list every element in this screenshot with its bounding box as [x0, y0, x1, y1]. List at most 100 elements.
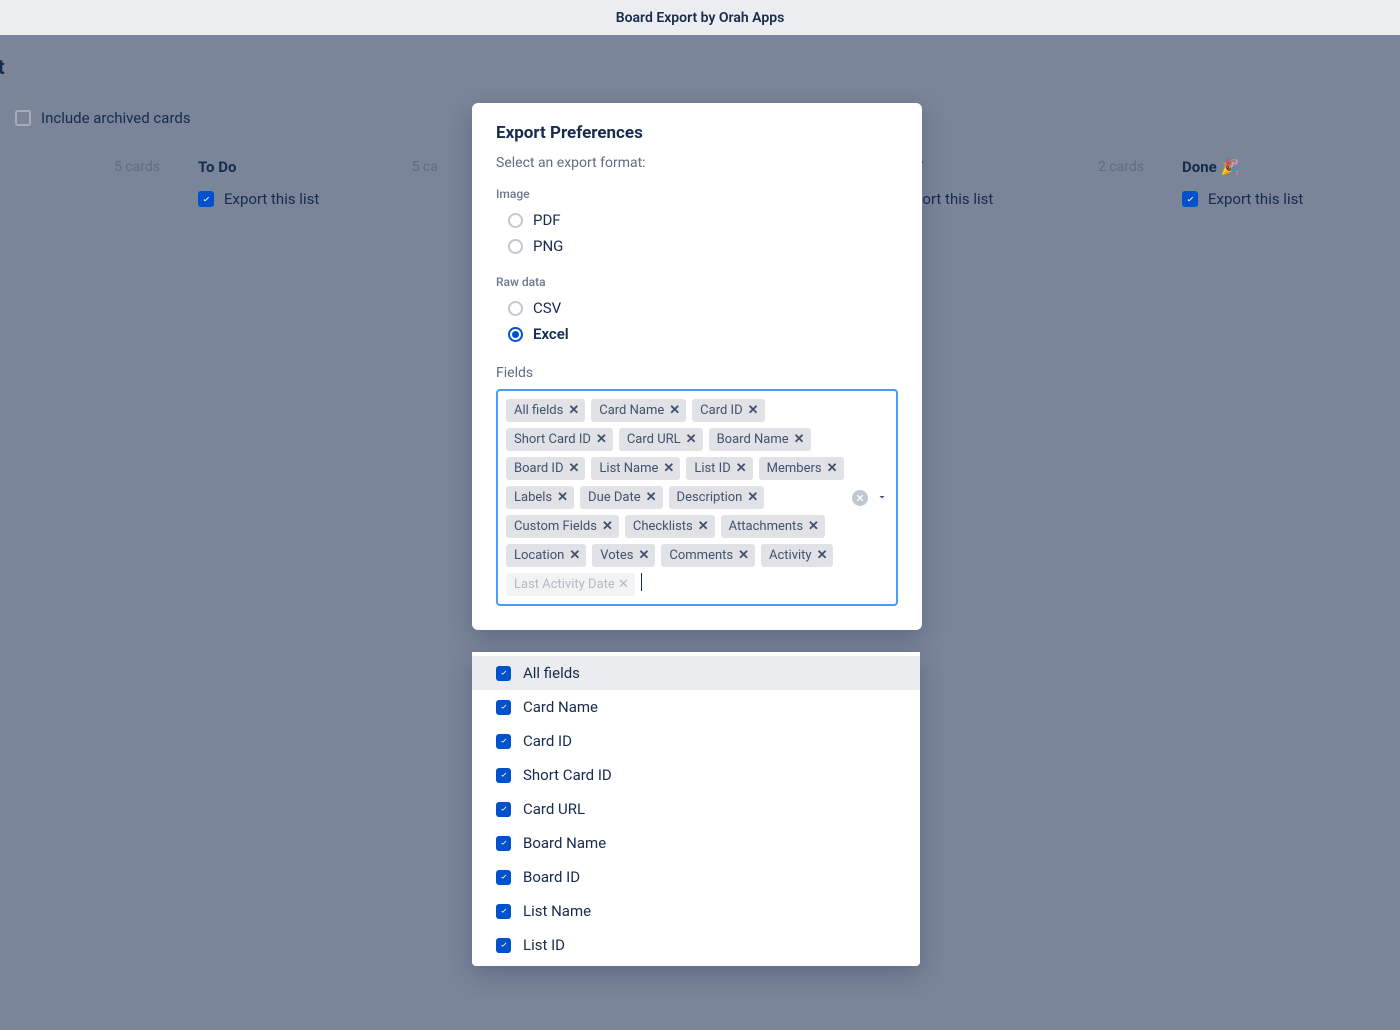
format-png-row[interactable]: PNG [496, 233, 898, 259]
field-tag[interactable]: List Name✕ [591, 457, 680, 480]
dropdown-checkbox[interactable] [496, 802, 511, 817]
remove-tag-icon[interactable]: ✕ [808, 519, 819, 534]
dropdown-checkbox[interactable] [496, 870, 511, 885]
dropdown-checkbox[interactable] [496, 904, 511, 919]
export-list-row[interactable]: Export this list [188, 182, 448, 216]
field-tag[interactable]: List ID✕ [686, 457, 752, 480]
dropdown-option-label: Short Card ID [523, 766, 612, 784]
dropdown-option[interactable]: List Name [472, 894, 920, 928]
remove-tag-icon[interactable]: ✕ [568, 403, 579, 418]
field-tag[interactable]: Labels✕ [506, 486, 574, 509]
board-title-partial: rt [0, 55, 1400, 79]
radio-csv[interactable] [508, 301, 523, 316]
radio-pdf[interactable] [508, 213, 523, 228]
field-tag[interactable]: Due Date ✕ [580, 486, 662, 509]
dropdown-option[interactable]: Card ID [472, 724, 920, 758]
dropdown-checkbox[interactable] [496, 836, 511, 851]
remove-tag-icon[interactable]: ✕ [736, 461, 747, 476]
remove-tag-icon[interactable]: ✕ [698, 519, 709, 534]
field-tag[interactable]: All fields✕ [506, 399, 585, 422]
field-tag-label: Board ID [514, 461, 564, 476]
dropdown-option[interactable]: Card URL [472, 792, 920, 826]
dropdown-checkbox[interactable] [496, 734, 511, 749]
remove-tag-icon[interactable]: ✕ [748, 403, 759, 418]
radio-excel[interactable] [508, 327, 523, 342]
dropdown-checkbox[interactable] [496, 768, 511, 783]
dropdown-option[interactable]: Board Name [472, 826, 920, 860]
radio-pdf-label: PDF [533, 211, 561, 229]
remove-tag-icon[interactable]: ✕ [686, 432, 697, 447]
field-tag[interactable]: Members✕ [759, 457, 844, 480]
remove-tag-icon[interactable]: ✕ [569, 461, 580, 476]
remove-tag-icon[interactable]: ✕ [557, 490, 568, 505]
remove-tag-icon[interactable]: ✕ [817, 548, 828, 563]
remove-tag-icon[interactable]: ✕ [794, 432, 805, 447]
dropdown-option[interactable]: List ID [472, 928, 920, 962]
field-tag[interactable]: Activity✕ [761, 544, 833, 567]
field-tag-label: Short Card ID [514, 432, 591, 447]
include-archived-checkbox[interactable] [15, 110, 31, 126]
dropdown-option[interactable]: All fields [472, 656, 920, 690]
field-tag[interactable]: Custom Fields ✕ [506, 515, 619, 538]
export-list-checkbox[interactable] [198, 191, 214, 207]
field-tag-label: Attachments [729, 519, 803, 534]
remove-tag-icon[interactable]: ✕ [602, 519, 613, 534]
dropdown-option-label: List Name [523, 902, 591, 920]
field-tag[interactable]: Description✕ [669, 486, 765, 509]
field-tag[interactable]: Card ID ✕ [692, 399, 764, 422]
dropdown-option-label: Board Name [523, 834, 606, 852]
remove-tag-icon[interactable]: ✕ [669, 403, 680, 418]
remove-tag-icon[interactable]: ✕ [569, 548, 580, 563]
fields-multiselect[interactable]: All fields✕Card Name✕Card ID✕Short Card … [496, 389, 898, 606]
modal-title: Export Preferences [496, 123, 898, 143]
dropdown-option-label: Board ID [523, 868, 580, 886]
export-list-checkbox[interactable] [1182, 191, 1198, 207]
export-list-label: Export this list [224, 190, 319, 208]
remove-tag-icon[interactable]: ✕ [596, 432, 607, 447]
dropdown-checkbox[interactable] [496, 938, 511, 953]
format-csv-row[interactable]: CSV [496, 295, 898, 321]
field-tag-label: Custom Fields [514, 519, 597, 534]
radio-png[interactable] [508, 239, 523, 254]
field-tag-label: Checklists [633, 519, 693, 534]
dropdown-option[interactable]: Short Card ID [472, 758, 920, 792]
field-tag[interactable]: Checklists ✕ [625, 515, 715, 538]
list-column: To Do 5 ca Export this list [188, 152, 448, 216]
export-list-row[interactable]: Export this list [1172, 182, 1400, 216]
fields-dropdown[interactable]: All fieldsCard NameCard ID Short Card ID C… [472, 652, 920, 966]
format-group-rawdata: Raw data [496, 275, 898, 289]
field-tag[interactable]: Board Name ✕ [709, 428, 811, 451]
fields-label: Fields [496, 365, 898, 381]
remove-tag-icon[interactable]: ✕ [827, 461, 838, 476]
clear-all-icon[interactable] [852, 490, 868, 506]
format-excel-row[interactable]: Excel [496, 321, 898, 347]
field-tag[interactable]: Card Name✕ [591, 399, 686, 422]
list-count: 5 cards [114, 159, 160, 175]
field-tag[interactable]: Short Card ID ✕ [506, 428, 613, 451]
export-list-row[interactable] [0, 182, 170, 198]
export-list-row[interactable]: port this list [904, 182, 1154, 216]
remove-tag-icon[interactable]: ✕ [738, 548, 749, 563]
dropdown-checkbox[interactable] [496, 666, 511, 681]
field-tag[interactable]: Comments✕ [661, 544, 755, 567]
remove-tag-icon[interactable]: ✕ [747, 490, 758, 505]
dropdown-option[interactable]: Board ID [472, 860, 920, 894]
chevron-down-icon[interactable] [876, 489, 888, 507]
export-list-label: Export this list [1208, 190, 1303, 208]
field-tag-label: Board Name [717, 432, 789, 447]
field-tag-label: Votes [600, 548, 633, 563]
field-tag[interactable]: Attachments ✕ [721, 515, 825, 538]
remove-tag-icon[interactable]: ✕ [663, 461, 674, 476]
remove-tag-icon[interactable]: ✕ [638, 548, 649, 563]
dropdown-option-label: List ID [523, 936, 565, 954]
dropdown-option[interactable]: Card Name [472, 690, 920, 724]
field-tag[interactable]: Card URL✕ [619, 428, 703, 451]
format-pdf-row[interactable]: PDF [496, 207, 898, 233]
field-tag-label: Due Date [588, 490, 641, 505]
field-tag[interactable]: Location✕ [506, 544, 586, 567]
field-tag-label: Card ID [700, 403, 742, 418]
remove-tag-icon[interactable]: ✕ [646, 490, 657, 505]
dropdown-checkbox[interactable] [496, 700, 511, 715]
field-tag[interactable]: Votes ✕ [592, 544, 655, 567]
field-tag[interactable]: Board ID ✕ [506, 457, 585, 480]
